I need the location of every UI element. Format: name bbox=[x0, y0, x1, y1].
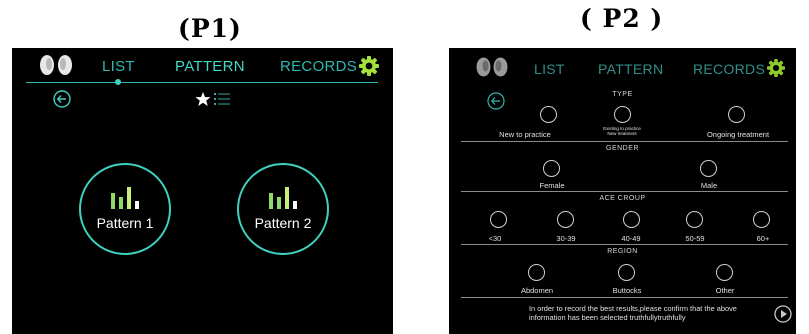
pattern-2-button[interactable]: Pattern 2 bbox=[237, 163, 329, 255]
confirmation-notice: In order to record the best results,plea… bbox=[529, 304, 737, 322]
tab-records[interactable]: RECORDS bbox=[693, 61, 765, 77]
tab-pattern[interactable]: PATTERN bbox=[598, 61, 663, 77]
gear-icon[interactable] bbox=[359, 56, 379, 76]
earbuds-icon[interactable] bbox=[38, 54, 74, 76]
label-abdomen: Abdomen bbox=[520, 286, 554, 295]
list-icon[interactable] bbox=[214, 93, 230, 105]
caption-p2: ( P2 ) bbox=[580, 4, 664, 33]
label-male: Male bbox=[700, 181, 718, 190]
section-title-gender: GENDER bbox=[606, 145, 639, 152]
section-title-age: ACE CROUP bbox=[599, 195, 646, 202]
bars-icon bbox=[111, 187, 139, 209]
star-icon[interactable] bbox=[195, 91, 211, 107]
label-buttocks: Buttocks bbox=[612, 286, 642, 295]
divider bbox=[461, 297, 788, 298]
label-other: Other bbox=[715, 286, 735, 295]
pattern-1-button[interactable]: Pattern 1 bbox=[79, 163, 171, 255]
label-age-60-plus: 60+ bbox=[756, 234, 770, 243]
caption-p1: (P1) bbox=[178, 14, 242, 43]
radio-existing-new-treatment[interactable] bbox=[614, 106, 631, 123]
radio-age-50-59[interactable] bbox=[686, 211, 703, 228]
tab-list[interactable]: LIST bbox=[534, 61, 565, 77]
radio-female[interactable] bbox=[543, 160, 560, 177]
tab-pattern[interactable]: PATTERN bbox=[175, 58, 245, 75]
label-female: Female bbox=[539, 181, 565, 190]
label-ongoing-treatment: Ongoing treatment bbox=[706, 130, 770, 139]
radio-buttocks[interactable] bbox=[618, 264, 635, 281]
section-title-region: REGION bbox=[607, 248, 638, 255]
header: LIST PATTERN RECORDS bbox=[449, 48, 796, 82]
back-arrow-icon[interactable] bbox=[53, 90, 71, 108]
earbuds-icon[interactable] bbox=[475, 57, 509, 77]
radio-age-under-30[interactable] bbox=[490, 211, 507, 228]
section-title-type: TYPE bbox=[612, 91, 633, 98]
radio-age-60-plus[interactable] bbox=[753, 211, 770, 228]
label-age-under-30: <30 bbox=[488, 234, 502, 243]
screen-p2: LIST PATTERN RECORDS TYPE New to practic… bbox=[449, 48, 796, 334]
radio-age-40-49[interactable] bbox=[623, 211, 640, 228]
gear-icon[interactable] bbox=[767, 59, 785, 77]
radio-ongoing-treatment[interactable] bbox=[728, 106, 745, 123]
label-existing-new-treatment: Existing to practice New treatment bbox=[603, 126, 641, 136]
divider bbox=[461, 141, 788, 142]
tab-list[interactable]: LIST bbox=[102, 58, 135, 75]
tab-records[interactable]: RECORDS bbox=[280, 58, 357, 75]
header: LIST PATTERN RECORDS bbox=[12, 48, 393, 82]
label-new-to-practice: New to practice bbox=[499, 130, 551, 139]
next-play-icon[interactable] bbox=[774, 305, 792, 323]
label-age-40-49: 40-49 bbox=[621, 234, 641, 243]
header-underline bbox=[26, 82, 378, 83]
label-age-30-39: 30-39 bbox=[556, 234, 576, 243]
pattern-1-label: Pattern 1 bbox=[96, 215, 154, 231]
radio-age-30-39[interactable] bbox=[557, 211, 574, 228]
radio-new-to-practice[interactable] bbox=[540, 106, 557, 123]
radio-male[interactable] bbox=[700, 160, 717, 177]
radio-abdomen[interactable] bbox=[528, 264, 545, 281]
pattern-2-label: Pattern 2 bbox=[254, 215, 312, 231]
divider bbox=[461, 191, 788, 192]
tab-indicator bbox=[115, 79, 121, 85]
screen-p1: LIST PATTERN RECORDS Pattern 1 Pattern 2 bbox=[12, 48, 393, 334]
divider bbox=[461, 244, 788, 245]
label-age-50-59: 50-59 bbox=[685, 234, 705, 243]
radio-other[interactable] bbox=[716, 264, 733, 281]
bars-icon bbox=[269, 187, 297, 209]
